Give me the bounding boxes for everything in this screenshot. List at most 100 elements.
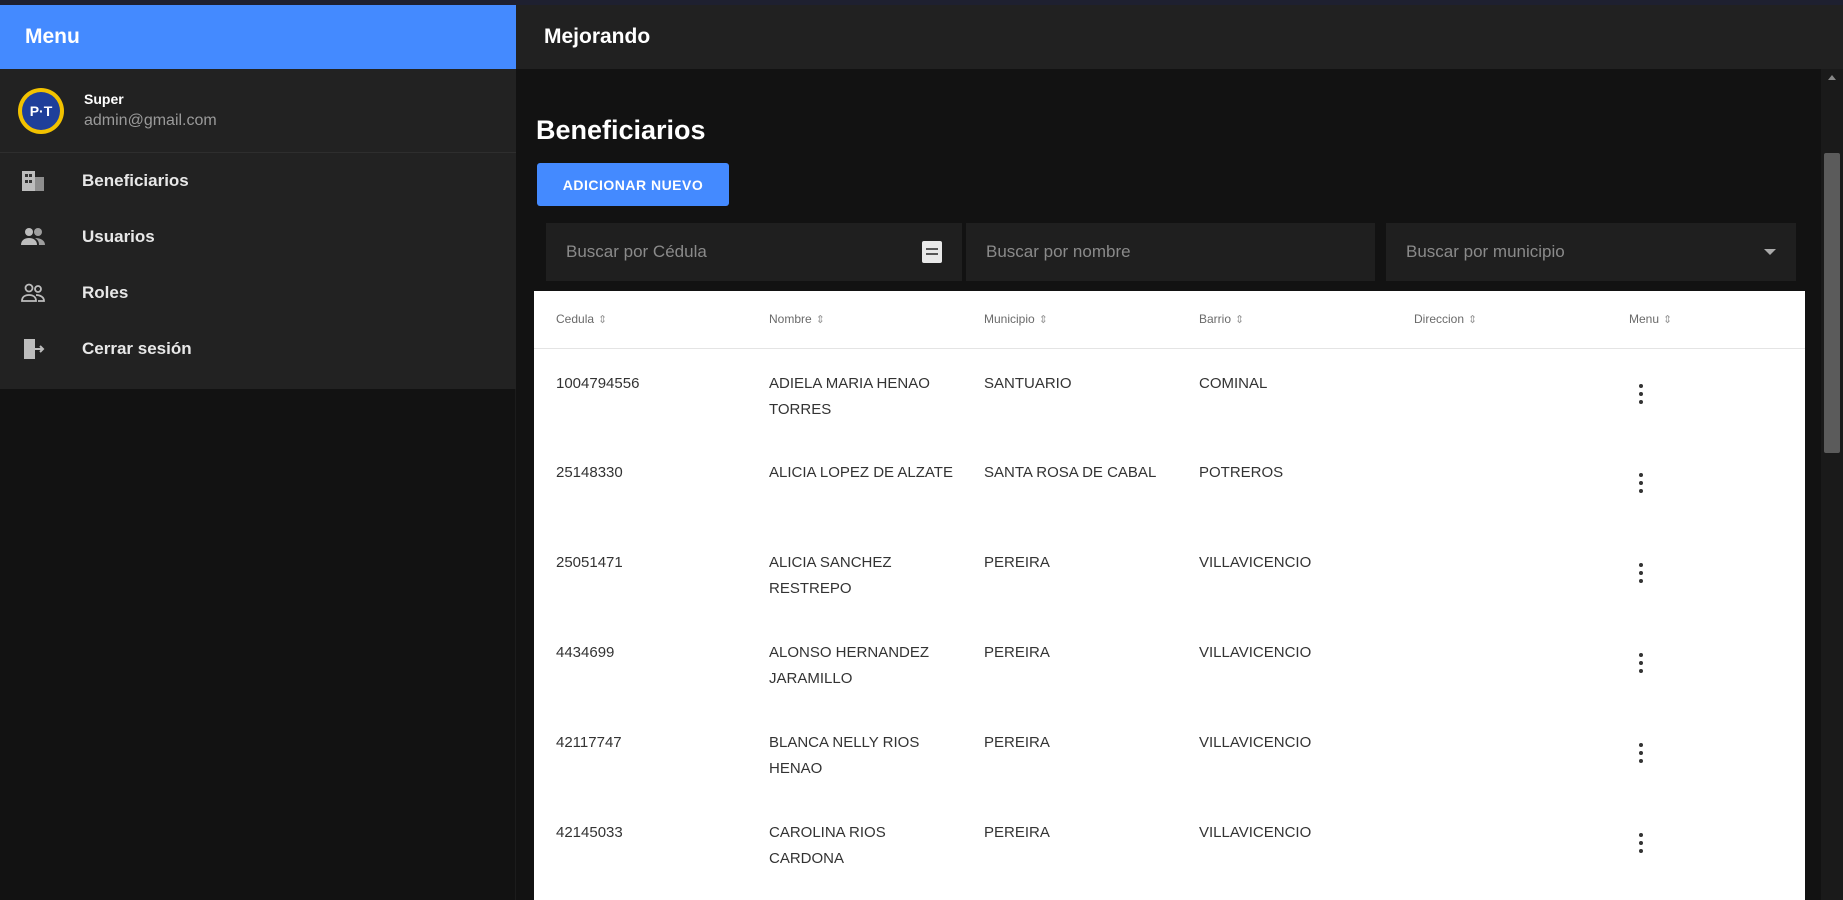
page-scrollbar[interactable]: [1821, 69, 1843, 900]
top-app-bar: Mejorando: [516, 0, 1843, 69]
cell-municipio: PEREIRA: [984, 734, 1050, 751]
cell-barrio: COMINAL: [1199, 374, 1268, 392]
building-icon: [20, 168, 46, 194]
table-row: 1004794556 ADIELA MARIA HENAO TORRES SAN…: [534, 348, 1805, 438]
table-row: 4434699 ALONSO HERNANDEZ JARAMILLO PEREI…: [534, 618, 1805, 708]
cell-direccion: [1392, 348, 1607, 438]
sidebar-item-label: Cerrar sesión: [82, 339, 192, 358]
table-row: 25051471 ALICIA SANCHEZ RESTREPO PEREIRA…: [534, 528, 1805, 618]
scroll-thumb[interactable]: [1824, 153, 1840, 453]
sort-icon: ⇕: [1038, 314, 1048, 327]
cell-menu: [1607, 618, 1805, 708]
column-header-nombre[interactable]: Nombre ⇕: [747, 291, 962, 349]
cell-municipio: PEREIRA: [984, 644, 1050, 661]
avatar-logo: P·T: [22, 91, 60, 130]
cell-cedula: 1004794556: [556, 374, 640, 392]
cell-municipio: SANTUARIO: [984, 374, 1072, 392]
sidebar-item-beneficiarios[interactable]: Beneficiarios: [0, 153, 516, 209]
sort-icon: ⇕: [1235, 314, 1245, 327]
cell-cedula: 4434699: [556, 644, 615, 661]
column-header-barrio[interactable]: Barrio ⇕: [1177, 291, 1392, 349]
cell-barrio: VILLAVICENCIO: [1199, 554, 1312, 571]
more-vert-icon[interactable]: [1639, 465, 1643, 493]
sort-icon: ⇕: [1468, 314, 1478, 327]
cell-nombre: ALICIA SANCHEZ RESTREPO: [769, 554, 892, 597]
calendar-icon[interactable]: [922, 241, 942, 263]
municipio-select-placeholder: Buscar por municipio: [1406, 242, 1565, 261]
sidebar-header: Menu: [0, 5, 516, 69]
cell-nombre: ALONSO HERNANDEZ JARAMILLO: [769, 644, 930, 687]
cell-menu: [1607, 528, 1805, 618]
sidebar: Menu P·T Super admin@gmail.com Beneficia…: [0, 0, 516, 900]
chevron-down-icon[interactable]: [1764, 249, 1776, 255]
cell-direccion: [1392, 438, 1607, 528]
cell-nombre: ALICIA LOPEZ DE ALZATE: [769, 464, 953, 481]
more-vert-icon[interactable]: [1639, 376, 1643, 404]
cell-direccion: [1392, 708, 1607, 798]
cell-cedula: 25051471: [556, 554, 623, 571]
people-outline-icon: [20, 280, 46, 306]
sidebar-item-label: Usuarios: [82, 227, 155, 246]
cell-barrio: POTREROS: [1199, 464, 1284, 481]
column-header-direccion[interactable]: Direccion ⇕: [1392, 291, 1607, 349]
user-profile: P·T Super admin@gmail.com: [0, 69, 516, 153]
cell-barrio: VILLAVICENCIO: [1199, 824, 1312, 841]
table-row: 42145033 CAROLINA RIOS CARDONA PEREIRA V…: [534, 798, 1805, 888]
avatar: P·T: [18, 87, 64, 134]
cell-nombre: CAROLINA RIOS CARDONA: [769, 824, 886, 867]
app-root: Menu P·T Super admin@gmail.com Beneficia…: [0, 0, 1843, 900]
sort-icon: ⇕: [598, 314, 608, 327]
cell-barrio: VILLAVICENCIO: [1199, 644, 1312, 661]
more-vert-icon[interactable]: [1639, 645, 1643, 673]
data-table: Cedula ⇕ Nombre ⇕ Municipio ⇕ Barrio ⇕ Direc…: [534, 291, 1805, 888]
column-header-municipio[interactable]: Municipio ⇕: [962, 291, 1177, 349]
user-info: Super admin@gmail.com: [84, 91, 217, 130]
sidebar-item-usuarios[interactable]: Usuarios: [0, 209, 516, 265]
beneficiarios-table: Cedula ⇕ Nombre ⇕ Municipio ⇕ Barrio ⇕ Direc…: [534, 291, 1805, 900]
add-new-button[interactable]: ADICIONAR NUEVO: [537, 163, 729, 206]
cedula-search-placeholder: Buscar por Cédula: [566, 242, 707, 261]
column-header-menu[interactable]: Menu ⇕: [1607, 291, 1805, 349]
cell-nombre: BLANCA NELLY RIOS HENAO: [769, 734, 920, 777]
cell-menu: [1607, 708, 1805, 798]
sidebar-title: Menu: [25, 25, 80, 48]
sidebar-item-label: Beneficiarios: [82, 171, 189, 190]
cell-cedula: 42117747: [556, 734, 622, 751]
group-icon: [20, 224, 46, 250]
table-row: 25148330 ALICIA LOPEZ DE ALZATE SANTA RO…: [534, 438, 1805, 528]
municipio-select[interactable]: Buscar por municipio: [1386, 223, 1796, 281]
sidebar-item-cerrar-sesion[interactable]: Cerrar sesión: [0, 321, 516, 377]
cell-municipio: PEREIRA: [984, 824, 1050, 841]
user-name: Super: [84, 91, 124, 107]
table-row: 42117747 BLANCA NELLY RIOS HENAO PEREIRA…: [534, 708, 1805, 798]
cell-nombre: ADIELA MARIA HENAO TORRES: [769, 374, 930, 418]
more-vert-icon[interactable]: [1639, 735, 1643, 763]
cedula-search-input[interactable]: Buscar por Cédula: [546, 223, 962, 281]
cell-cedula: 25148330: [556, 464, 623, 481]
column-header-cedula[interactable]: Cedula ⇕: [534, 291, 747, 349]
cell-direccion: [1392, 528, 1607, 618]
cell-barrio: VILLAVICENCIO: [1199, 734, 1312, 751]
cell-menu: [1607, 438, 1805, 528]
more-vert-icon[interactable]: [1639, 825, 1643, 853]
cell-direccion: [1392, 618, 1607, 708]
more-vert-icon[interactable]: [1639, 555, 1643, 583]
cell-menu: [1607, 798, 1805, 888]
main-content: Beneficiarios ADICIONAR NUEVO Buscar por…: [516, 69, 1821, 900]
sidebar-body: P·T Super admin@gmail.com Beneficiarios …: [0, 69, 516, 389]
logout-icon: [20, 336, 46, 362]
cell-menu: [1607, 348, 1805, 438]
cell-direccion: [1392, 798, 1607, 888]
page-title: Beneficiarios: [536, 115, 706, 145]
sort-icon: ⇕: [815, 314, 825, 327]
nombre-search-placeholder: Buscar por nombre: [986, 242, 1131, 261]
user-email: admin@gmail.com: [84, 112, 217, 129]
nombre-search-input[interactable]: Buscar por nombre: [966, 223, 1375, 281]
sidebar-item-label: Roles: [82, 283, 129, 302]
table-header-row: Cedula ⇕ Nombre ⇕ Municipio ⇕ Barrio ⇕ Direc…: [534, 291, 1805, 349]
cell-municipio: PEREIRA: [984, 554, 1050, 571]
sort-icon: ⇕: [1663, 314, 1673, 327]
cell-municipio: SANTA ROSA DE CABAL: [984, 464, 1157, 481]
sidebar-item-roles[interactable]: Roles: [0, 265, 516, 321]
scroll-up-arrow[interactable]: [1828, 75, 1836, 80]
